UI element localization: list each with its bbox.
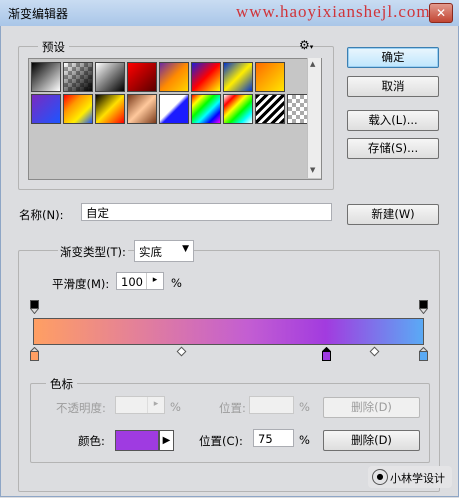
ok-button[interactable]: 确定 bbox=[347, 47, 439, 68]
opacity-field: ▸ bbox=[115, 396, 165, 414]
opacity-location-unit: % bbox=[299, 400, 310, 414]
cancel-button[interactable]: 取消 bbox=[347, 76, 439, 97]
preset-swatch[interactable] bbox=[63, 62, 93, 92]
name-field[interactable]: 自定 bbox=[81, 203, 332, 221]
smoothness-label: 平滑度(M): bbox=[52, 277, 110, 291]
preset-swatch[interactable] bbox=[223, 94, 253, 124]
color-stop-left[interactable] bbox=[30, 347, 39, 361]
load-button[interactable]: 载入(L)... bbox=[347, 110, 439, 131]
gear-icon[interactable]: ⚙▾ bbox=[299, 38, 313, 52]
location-unit: % bbox=[299, 433, 310, 447]
brand-text: 小林学设计 bbox=[390, 472, 445, 485]
color-stops-legend: 色标 bbox=[46, 376, 77, 392]
gradient-type-select[interactable]: 实底 ▼ bbox=[134, 240, 194, 262]
preset-swatch[interactable] bbox=[31, 62, 61, 92]
preset-swatch[interactable] bbox=[127, 94, 157, 124]
gradient-bar[interactable] bbox=[33, 318, 424, 345]
preset-swatch-area bbox=[28, 58, 322, 180]
preset-swatch[interactable] bbox=[159, 94, 189, 124]
smoothness-value: 100 bbox=[121, 275, 143, 289]
color-stop-selected[interactable] bbox=[322, 347, 331, 361]
new-button[interactable]: 新建(W) bbox=[347, 204, 439, 225]
preset-swatch[interactable] bbox=[255, 62, 285, 92]
preset-swatch[interactable] bbox=[191, 94, 221, 124]
color-stop-right[interactable] bbox=[419, 347, 428, 361]
preset-swatch[interactable] bbox=[223, 62, 253, 92]
delete-opacity-button: 删除(D) bbox=[323, 397, 420, 418]
delete-color-button[interactable]: 删除(D) bbox=[323, 430, 420, 451]
brand-badge: ● 小林学设计 bbox=[368, 466, 452, 488]
color-swatch[interactable] bbox=[115, 430, 159, 451]
presets-scrollbar[interactable]: ▲ ▼ bbox=[307, 58, 321, 178]
preset-swatch[interactable] bbox=[95, 62, 125, 92]
preset-swatch[interactable] bbox=[95, 94, 125, 124]
opacity-unit: % bbox=[170, 400, 181, 414]
color-stops-group bbox=[30, 383, 430, 463]
opacity-stop-left[interactable] bbox=[30, 300, 39, 314]
preset-swatch[interactable] bbox=[63, 94, 93, 124]
save-button[interactable]: 存储(S)... bbox=[347, 138, 439, 159]
wechat-icon: ● bbox=[372, 469, 388, 485]
preset-swatch[interactable] bbox=[159, 62, 189, 92]
close-button[interactable]: ✕ bbox=[429, 3, 453, 23]
opacity-location-label: 位置: bbox=[219, 401, 246, 415]
smoothness-unit: % bbox=[171, 276, 182, 290]
preset-swatch[interactable] bbox=[127, 62, 157, 92]
opacity-label: 不透明度: bbox=[56, 401, 106, 415]
preset-swatch[interactable] bbox=[191, 62, 221, 92]
title-bar: 渐变编辑器 www.haoyixianshejl.com ✕ bbox=[0, 0, 459, 27]
color-label: 颜色: bbox=[78, 434, 105, 448]
opacity-arrow-icon: ▸ bbox=[147, 397, 164, 413]
gradient-type-value: 实底 bbox=[139, 245, 162, 259]
watermark: www.haoyixianshejl.com bbox=[236, 2, 431, 21]
preset-swatch[interactable] bbox=[31, 94, 61, 124]
opacity-stop-right[interactable] bbox=[419, 300, 428, 314]
preset-swatch[interactable] bbox=[255, 94, 285, 124]
chevron-down-icon: ▼ bbox=[182, 244, 189, 254]
name-label: 名称(N): bbox=[19, 208, 64, 222]
gradient-type-label: 渐变类型(T): bbox=[58, 244, 128, 260]
color-menu-arrow-icon[interactable]: ▶ bbox=[159, 430, 174, 451]
presets-legend: 预设 bbox=[38, 39, 69, 55]
location-field[interactable]: 75 bbox=[253, 429, 294, 447]
location-label: 位置(C): bbox=[199, 434, 243, 448]
smoothness-arrow-icon[interactable]: ▸ bbox=[146, 273, 163, 289]
opacity-location-field bbox=[249, 396, 294, 414]
window-title: 渐变编辑器 bbox=[8, 7, 69, 21]
smoothness-field[interactable]: 100 ▸ bbox=[116, 272, 164, 290]
